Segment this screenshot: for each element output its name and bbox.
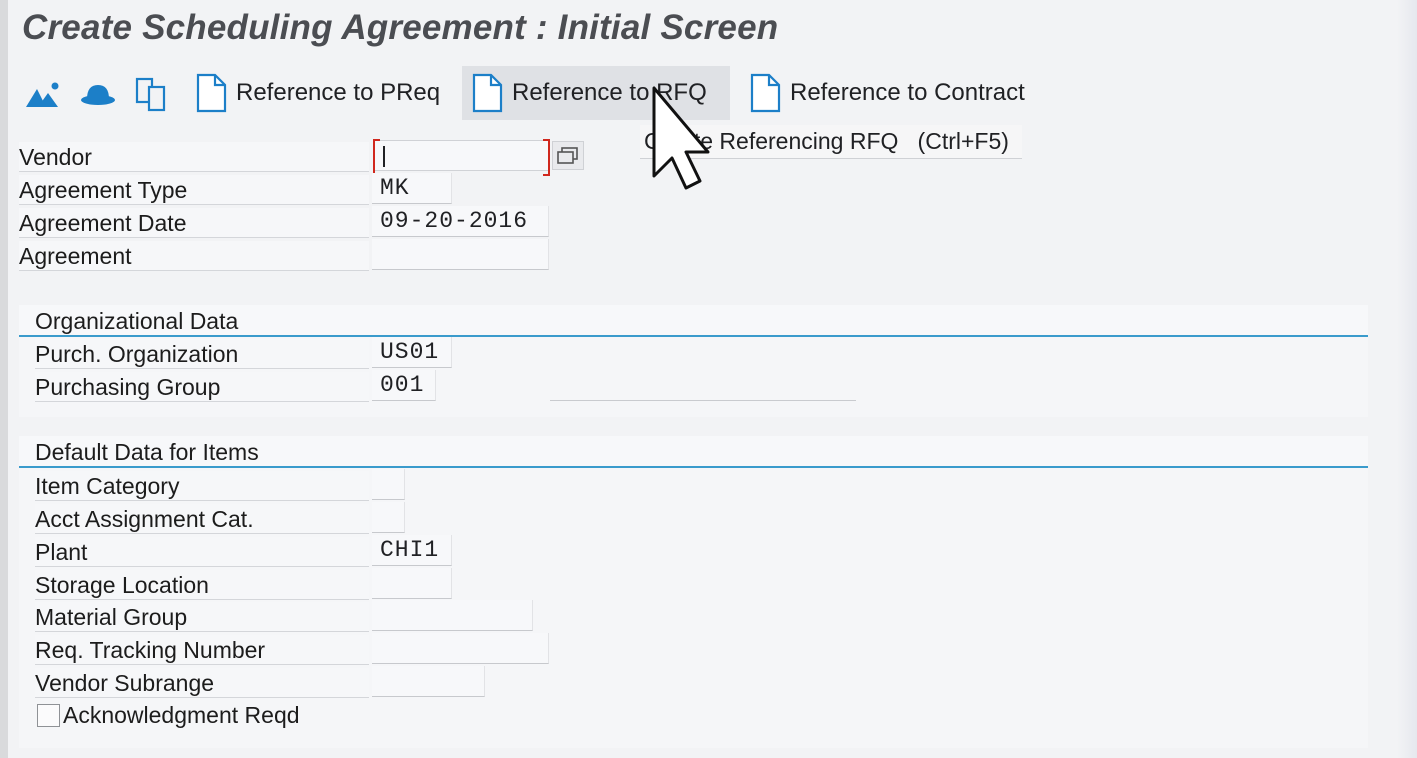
hat-icon[interactable] xyxy=(76,72,120,116)
value-help-icon xyxy=(557,146,578,164)
reference-to-contract-button[interactable]: Reference to Contract xyxy=(740,66,1033,120)
acknowledgment-reqd-label: Acknowledgment Reqd xyxy=(63,702,300,728)
document-icon xyxy=(472,73,503,113)
purch-organization-label: Purch. Organization xyxy=(35,339,369,369)
mouse-pointer-icon xyxy=(652,86,710,190)
purchasing-group-label: Purchasing Group xyxy=(35,372,369,402)
document-icon xyxy=(750,73,781,113)
storage-location-label: Storage Location xyxy=(35,570,369,600)
req-tracking-number-label: Req. Tracking Number xyxy=(35,635,369,665)
vendor-subrange-label: Vendor Subrange xyxy=(35,668,369,698)
vendor-subrange-input[interactable] xyxy=(372,666,485,697)
document-icon xyxy=(196,73,227,113)
purchasing-group-input[interactable]: 001 xyxy=(372,370,436,401)
reference-to-contract-label: Reference to Contract xyxy=(790,79,1025,106)
vendor-input[interactable] xyxy=(373,139,550,176)
value-help-button[interactable] xyxy=(552,141,584,170)
agreement-date-input[interactable]: 09-20-2016 xyxy=(372,206,549,237)
acct-assignment-input[interactable] xyxy=(372,502,405,533)
material-group-label: Material Group xyxy=(35,602,369,632)
agreement-type-input[interactable]: MK xyxy=(372,173,452,204)
window-left-edge xyxy=(0,0,8,758)
material-group-input[interactable] xyxy=(372,600,533,631)
purchasing-group-description xyxy=(550,400,856,401)
vendor-label: Vendor xyxy=(19,142,369,172)
storage-location-input[interactable] xyxy=(372,568,452,599)
group-header: Default Data for Items xyxy=(19,436,1368,468)
acknowledgment-reqd-checkbox[interactable] xyxy=(37,704,60,727)
acct-assignment-label: Acct Assignment Cat. xyxy=(35,504,369,534)
mountain-icon[interactable] xyxy=(22,72,66,116)
group-header: Organizational Data xyxy=(19,305,1368,337)
group-title: Default Data for Items xyxy=(35,439,259,465)
page-title: Create Scheduling Agreement : Initial Sc… xyxy=(22,8,779,47)
text-caret xyxy=(383,146,385,167)
agreement-label: Agreement xyxy=(19,241,369,271)
copy-icon[interactable] xyxy=(129,72,173,116)
reference-to-preq-label: Reference to PReq xyxy=(236,79,441,106)
purch-organization-input[interactable]: US01 xyxy=(372,337,452,368)
reference-to-preq-button[interactable]: Reference to PReq xyxy=(186,66,448,120)
application-toolbar: Reference to PReq Reference to RFQ Refer… xyxy=(8,64,1417,124)
plant-input[interactable]: CHI1 xyxy=(372,535,452,566)
agreement-type-label: Agreement Type xyxy=(19,175,369,205)
item-category-input[interactable] xyxy=(372,469,405,500)
item-category-label: Item Category xyxy=(35,471,369,501)
group-title: Organizational Data xyxy=(35,308,239,334)
agreement-input[interactable] xyxy=(372,239,549,270)
plant-label: Plant xyxy=(35,537,369,567)
req-tracking-number-input[interactable] xyxy=(372,633,549,664)
agreement-date-label: Agreement Date xyxy=(19,208,369,238)
